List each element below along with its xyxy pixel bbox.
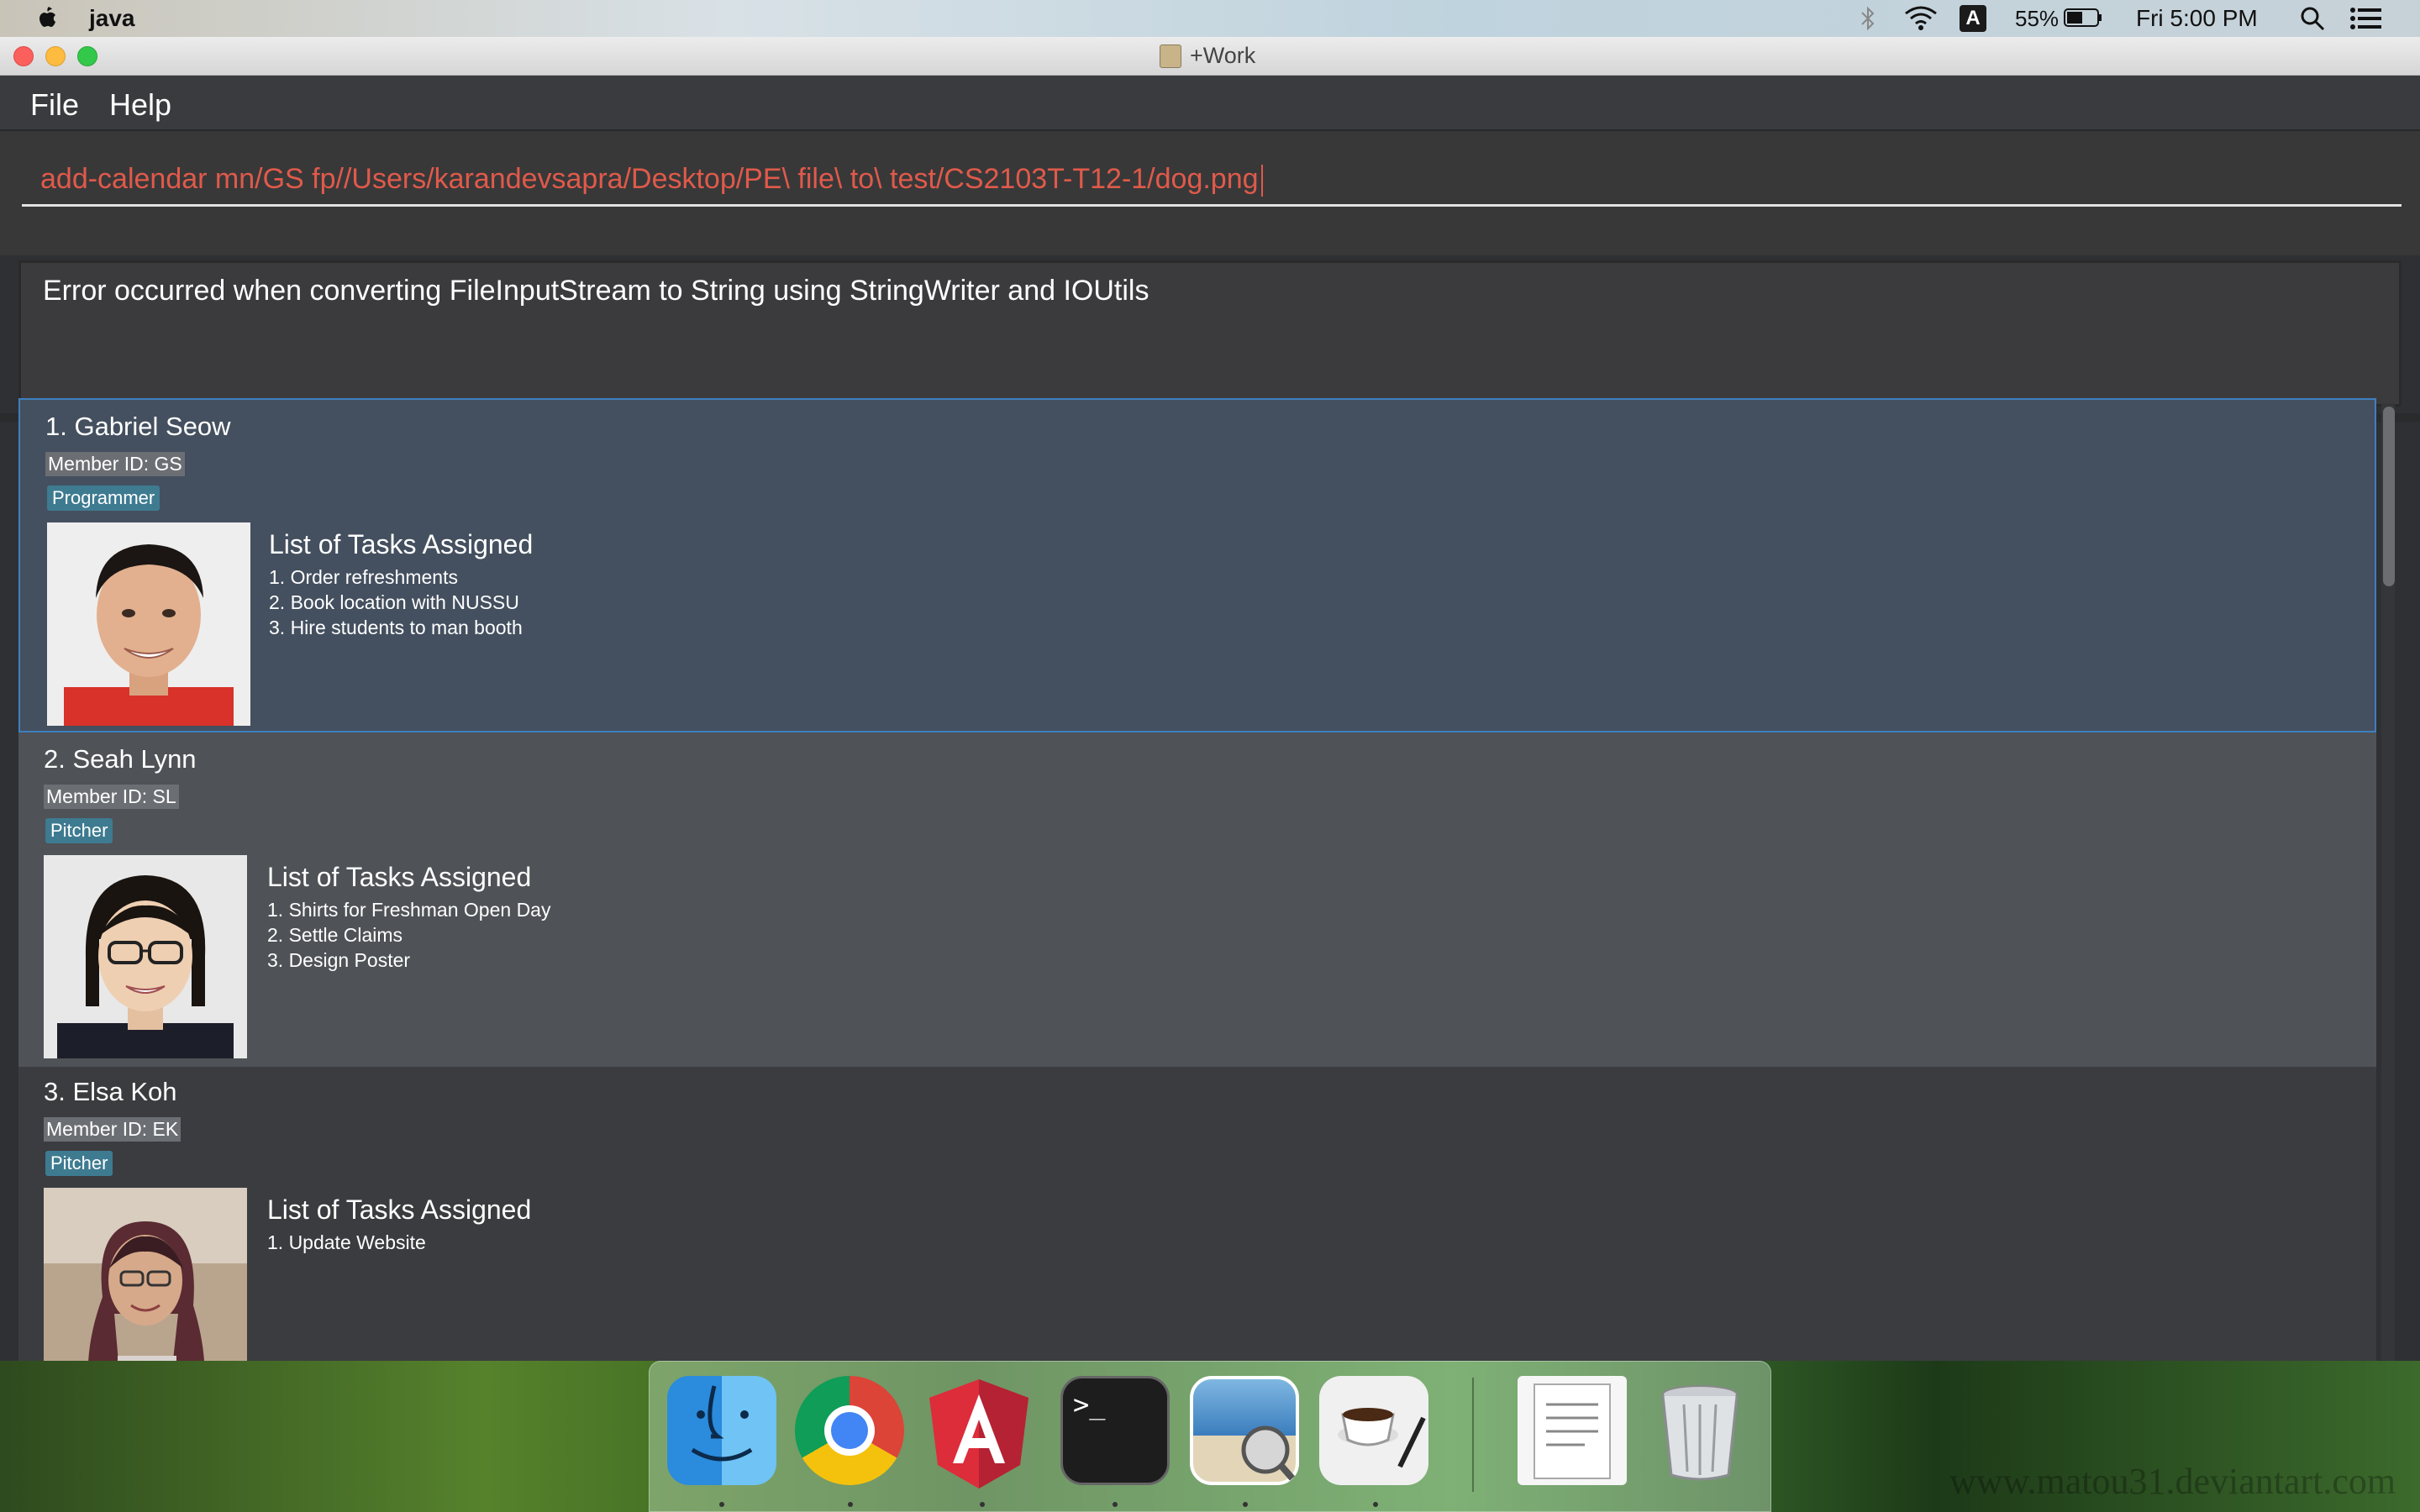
- tasks-title: List of Tasks Assigned: [269, 529, 534, 559]
- member-photo: [47, 522, 250, 726]
- running-indicator: [1243, 1502, 1248, 1507]
- active-app-name[interactable]: java: [89, 5, 135, 32]
- battery-icon[interactable]: [2064, 8, 2102, 28]
- member-card[interactable]: 2. Seah Lynn Member ID: SL Pitcher List: [18, 732, 2376, 1067]
- trash-icon[interactable]: [1645, 1376, 1754, 1485]
- member-name: 3. Elsa Koh: [44, 1077, 177, 1106]
- chrome-icon[interactable]: [795, 1376, 904, 1485]
- role-tag: Pitcher: [45, 1151, 113, 1176]
- task-item: 3. Hire students to man booth: [269, 617, 523, 638]
- running-indicator: [1113, 1502, 1118, 1507]
- wallpaper-watermark: www.matou31.deviantart.com: [1949, 1461, 2396, 1502]
- result-display[interactable]: Error occurred when converting FileInput…: [18, 260, 2402, 407]
- finder-icon[interactable]: [667, 1376, 776, 1485]
- scrollbar-thumb[interactable]: [2383, 407, 2395, 586]
- role-tag: Programmer: [47, 486, 160, 511]
- dock-separator: [1472, 1378, 1474, 1492]
- member-id-label: Member ID: EK: [44, 1117, 182, 1142]
- member-card[interactable]: 1. Gabriel Seow Member ID: GS Programmer…: [18, 398, 2376, 732]
- member-portrait-icon: [44, 1188, 247, 1361]
- task-item: 2. Settle Claims: [267, 924, 403, 946]
- menu-help[interactable]: Help: [109, 87, 171, 123]
- member-photo: [44, 1188, 247, 1361]
- member-portrait-icon: [44, 855, 247, 1058]
- apple-logo-icon[interactable]: [32, 3, 62, 34]
- member-id-label: Member ID: SL: [44, 785, 179, 809]
- result-message: Error occurred when converting FileInput…: [43, 275, 1150, 307]
- close-window-button[interactable]: [13, 46, 34, 66]
- member-portrait-icon: [47, 522, 250, 726]
- wifi-icon[interactable]: [1904, 5, 1938, 32]
- running-indicator: [1373, 1502, 1378, 1507]
- tasks-title: List of Tasks Assigned: [267, 1194, 532, 1225]
- terminal-icon[interactable]: >_: [1060, 1376, 1170, 1485]
- spotlight-search-icon[interactable]: [2299, 5, 2326, 32]
- task-item: 2. Book location with NUSSU: [269, 591, 519, 613]
- command-input[interactable]: add-calendar mn/GS fp//Users/karandevsap…: [22, 155, 2402, 207]
- task-item: 1. Order refreshments: [269, 566, 458, 588]
- member-name: 2. Seah Lynn: [44, 744, 197, 774]
- menu-file[interactable]: File: [30, 87, 79, 123]
- running-indicator: [719, 1502, 724, 1507]
- minimize-window-button[interactable]: [45, 46, 66, 66]
- tasks-title: List of Tasks Assigned: [267, 862, 532, 892]
- command-box: add-calendar mn/GS fp//Users/karandevsap…: [0, 131, 2420, 255]
- window-title-text: +Work: [1190, 43, 1256, 68]
- battery-percent: 55%: [2015, 6, 2060, 31]
- member-card[interactable]: 3. Elsa Koh Member ID: EK Pitcher List o…: [18, 1067, 2376, 1361]
- running-indicator: [980, 1502, 985, 1507]
- member-id-label: Member ID: GS: [45, 452, 185, 476]
- notification-center-icon[interactable]: [2349, 7, 2383, 30]
- maximize-window-button[interactable]: [77, 46, 97, 66]
- input-source-icon[interactable]: A: [1960, 5, 1986, 32]
- task-item: 1. Update Website: [267, 1231, 426, 1253]
- menubar-clock[interactable]: Fri 5:00 PM: [2136, 5, 2258, 32]
- member-list-panel[interactable]: 1. Gabriel Seow Member ID: GS Programmer…: [18, 398, 2378, 1361]
- app-menubar: File Help: [0, 76, 2420, 131]
- member-name: 1. Gabriel Seow: [45, 412, 231, 441]
- member-photo: [44, 855, 247, 1058]
- task-item: 1. Shirts for Freshman Open Day: [267, 899, 551, 921]
- running-indicator: [848, 1502, 853, 1507]
- documents-icon[interactable]: [1518, 1376, 1627, 1485]
- role-tag: Pitcher: [45, 818, 113, 843]
- document-proxy-icon: [1160, 44, 1181, 68]
- java-icon[interactable]: [1319, 1376, 1428, 1485]
- preview-icon[interactable]: [1190, 1376, 1299, 1485]
- task-item: 3. Design Poster: [267, 949, 411, 971]
- window-titlebar[interactable]: +Work: [0, 37, 2420, 76]
- window-title: +Work: [1160, 43, 1255, 69]
- svg-text:>_: >_: [1073, 1389, 1106, 1420]
- text-caret: [1260, 165, 1263, 197]
- bluetooth-icon[interactable]: [1859, 6, 1877, 31]
- command-input-text[interactable]: add-calendar mn/GS fp//Users/karandevsap…: [40, 163, 1263, 197]
- command-value: add-calendar mn/GS fp//Users/karandevsap…: [40, 163, 1259, 195]
- angular-icon[interactable]: [924, 1376, 1034, 1488]
- app-window: +Work File Help add-calendar mn/GS fp//U…: [0, 37, 2420, 1361]
- macos-menubar: java A 55% Fri 5:00 PM: [0, 0, 2420, 37]
